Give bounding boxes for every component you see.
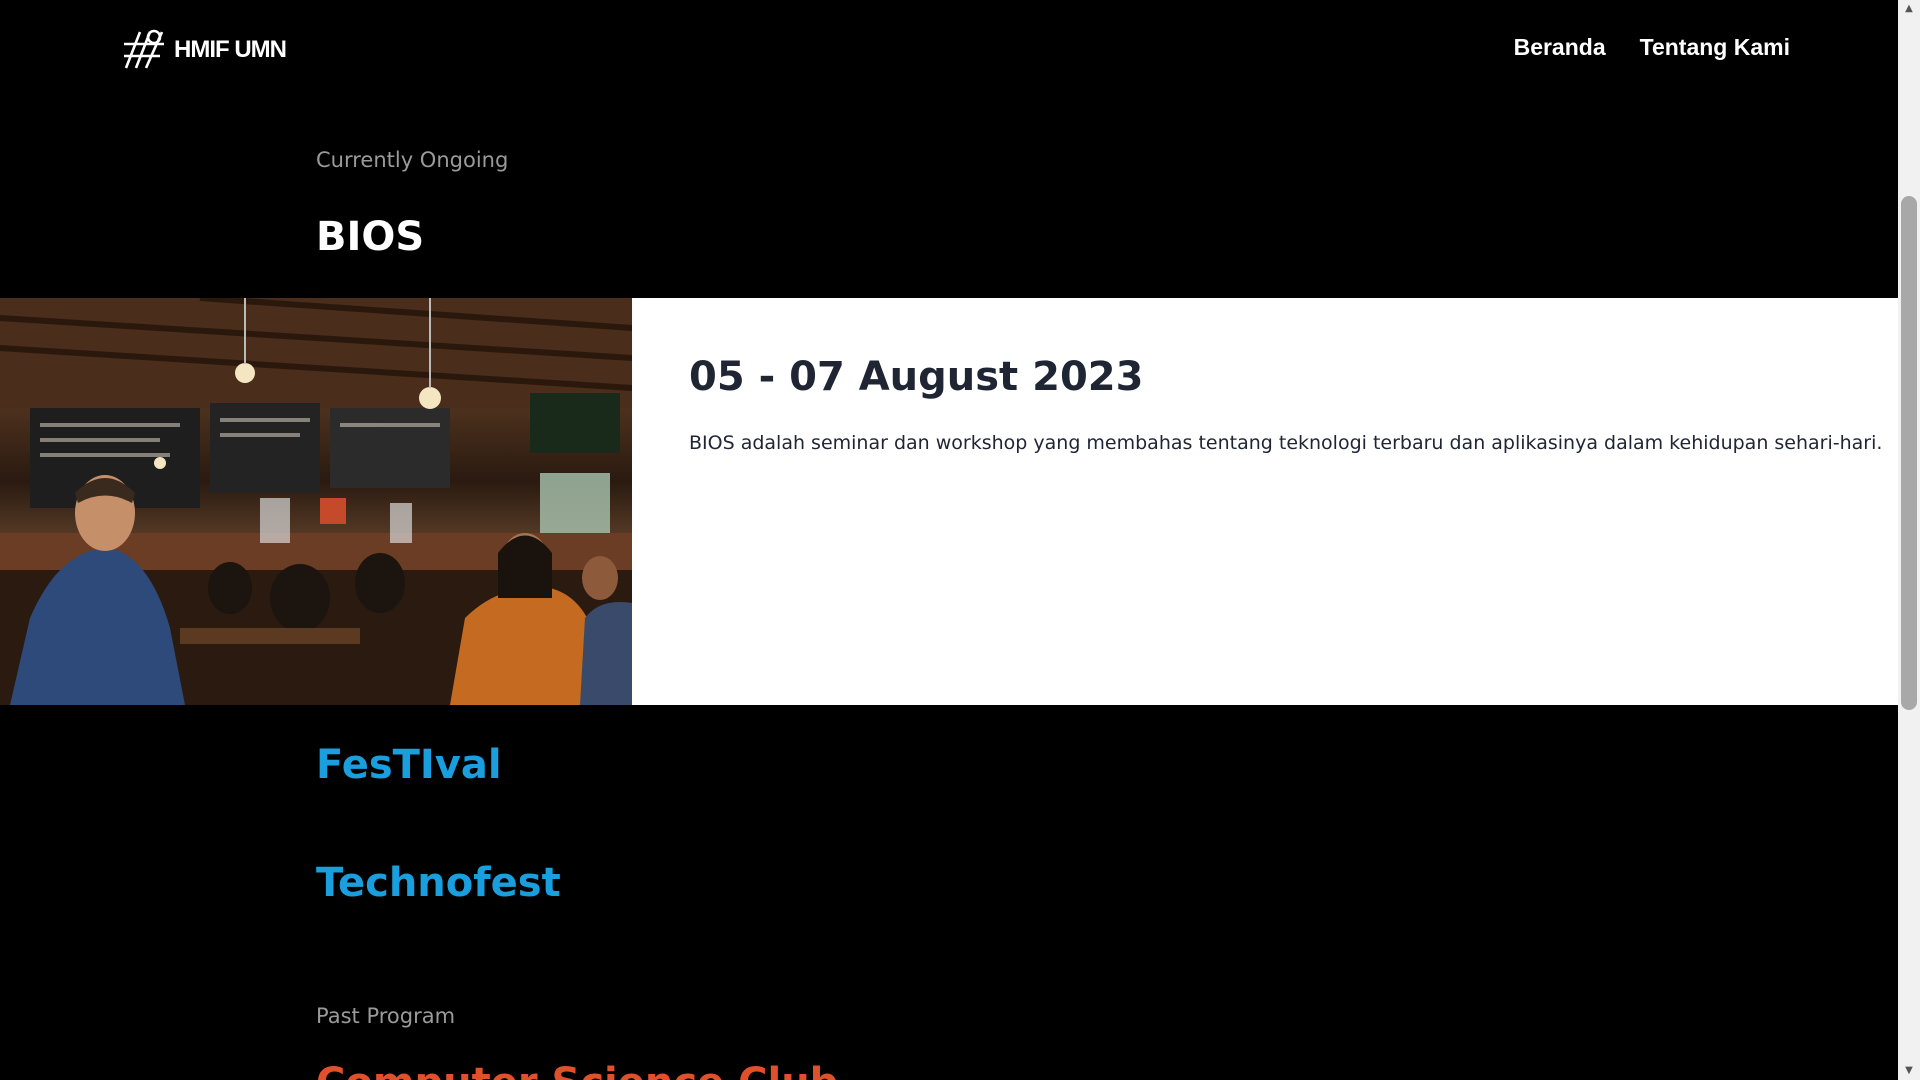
past-program-link-computer-science-club[interactable]: Computer Science Club xyxy=(316,1060,838,1080)
featured-program-card[interactable]: 05 - 07 August 2023 BIOS adalah seminar … xyxy=(0,298,1898,705)
navbar: HMIF UMN Beranda Tentang Kami xyxy=(0,0,1898,100)
ongoing-section-label: Currently Ongoing xyxy=(316,148,509,172)
scroll-down-arrow-icon[interactable]: ▼ xyxy=(1898,1062,1920,1080)
scrollbar-thumb[interactable] xyxy=(1901,196,1917,710)
featured-program-photo xyxy=(0,298,632,705)
brand-logo[interactable]: HMIF UMN xyxy=(122,28,287,72)
nav-beranda[interactable]: Beranda xyxy=(1514,34,1606,61)
brand-name: HMIF UMN xyxy=(174,36,287,63)
featured-program-details: 05 - 07 August 2023 BIOS adalah seminar … xyxy=(689,354,1883,454)
scroll-up-arrow-icon[interactable]: ▲ xyxy=(1898,0,1920,18)
featured-program-title: BIOS xyxy=(316,214,425,260)
program-link-technofest[interactable]: Technofest xyxy=(316,860,561,906)
nav-tentang-kami[interactable]: Tentang Kami xyxy=(1640,34,1790,61)
featured-program-description: BIOS adalah seminar dan workshop yang me… xyxy=(689,432,1883,454)
vertical-scrollbar[interactable]: ▲ ▼ xyxy=(1898,0,1920,1080)
program-link-festival[interactable]: FesTIval xyxy=(316,742,502,788)
featured-program-date: 05 - 07 August 2023 xyxy=(689,354,1144,400)
hmif-logo-icon xyxy=(124,29,164,69)
past-section-label: Past Program xyxy=(316,1004,456,1028)
main-nav: Beranda Tentang Kami xyxy=(1514,34,1790,61)
page: HMIF UMN Beranda Tentang Kami Currently … xyxy=(0,0,1898,1080)
